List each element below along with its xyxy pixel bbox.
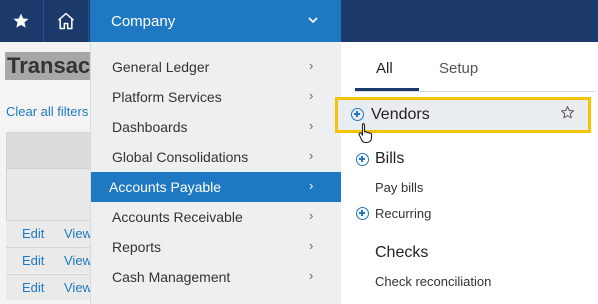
company-menu-tab[interactable]: Company: [90, 0, 341, 42]
menu-item-accounts-receivable[interactable]: Accounts Receivable ›: [91, 202, 342, 232]
menu-item-label: Accounts Receivable: [112, 209, 243, 225]
background-page: Transac Clear all filters Edit View Edit…: [0, 42, 92, 304]
view-link[interactable]: View: [64, 226, 92, 241]
chevron-right-icon: ›: [309, 58, 314, 73]
menu-item-label: Accounts Payable: [109, 179, 222, 195]
company-tab-label: Company: [111, 13, 176, 30]
favorites-star-icon[interactable]: [0, 0, 42, 42]
menu-item-platform-services[interactable]: Platform Services ›: [91, 82, 342, 112]
hand-pointer-icon: [358, 122, 373, 144]
table-row: Edit View: [6, 220, 92, 246]
bills-label[interactable]: Bills: [375, 150, 404, 168]
menu-item-label: Platform Services: [112, 89, 222, 105]
edit-link[interactable]: Edit: [22, 280, 44, 295]
menu-item-accounts-payable[interactable]: Accounts Payable ›: [91, 172, 342, 202]
menu-item-label: Cash Management: [112, 269, 231, 285]
top-nav-bar: Company: [0, 0, 598, 42]
menu-item-cash-management[interactable]: Cash Management ›: [91, 262, 342, 292]
filter-panel-header: [7, 133, 90, 169]
favorite-star-icon[interactable]: [560, 105, 575, 125]
edit-link[interactable]: Edit: [22, 226, 44, 241]
add-circle-icon[interactable]: [351, 108, 364, 121]
app-page: Company Transac Clear all filters Edit V…: [0, 0, 598, 304]
add-circle-icon[interactable]: [356, 207, 369, 220]
page-title: Transac: [5, 52, 90, 80]
menu-item-global-consolidations[interactable]: Global Consolidations ›: [91, 142, 342, 172]
check-reconciliation-link[interactable]: Check reconciliation: [375, 274, 491, 289]
view-link[interactable]: View: [64, 253, 92, 268]
chevron-right-icon: ›: [309, 88, 314, 103]
chevron-right-icon: ›: [309, 238, 314, 253]
clear-all-filters-link[interactable]: Clear all filters: [6, 104, 88, 119]
chevron-down-icon: [308, 13, 318, 28]
chevron-right-icon: ›: [309, 268, 314, 283]
menu-item-label: General Ledger: [112, 59, 210, 75]
accounts-payable-submenu: All Setup Vendors Bills Pay bills Recurr…: [335, 42, 598, 304]
add-circle-icon[interactable]: [356, 153, 369, 166]
edit-link[interactable]: Edit: [22, 253, 44, 268]
chevron-right-icon: ›: [309, 178, 314, 193]
tab-setup[interactable]: Setup: [439, 60, 478, 77]
menu-item-label: Reports: [112, 239, 162, 255]
company-menu-list: General Ledger › Platform Services › Das…: [90, 42, 342, 304]
table-row: Edit View: [6, 247, 92, 273]
chevron-right-icon: ›: [309, 148, 314, 163]
menu-item-dashboards[interactable]: Dashboards ›: [91, 112, 342, 142]
recurring-link[interactable]: Recurring: [375, 206, 431, 221]
checks-label: Checks: [375, 244, 429, 261]
menu-item-label: Dashboards: [112, 119, 188, 135]
pay-bills-link[interactable]: Pay bills: [375, 180, 423, 195]
home-icon[interactable]: [43, 0, 89, 42]
menu-item-general-ledger[interactable]: General Ledger ›: [91, 52, 342, 82]
chevron-right-icon: ›: [309, 118, 314, 133]
vendors-label: Vendors: [371, 106, 430, 123]
menu-item-reports[interactable]: Reports ›: [91, 232, 342, 262]
tab-divider: [355, 91, 595, 92]
menu-item-label: Global Consolidations: [112, 149, 249, 165]
chevron-right-icon: ›: [309, 208, 314, 223]
table-row: Edit View: [6, 274, 92, 300]
tab-all[interactable]: All: [376, 60, 393, 77]
view-link[interactable]: View: [64, 280, 92, 295]
